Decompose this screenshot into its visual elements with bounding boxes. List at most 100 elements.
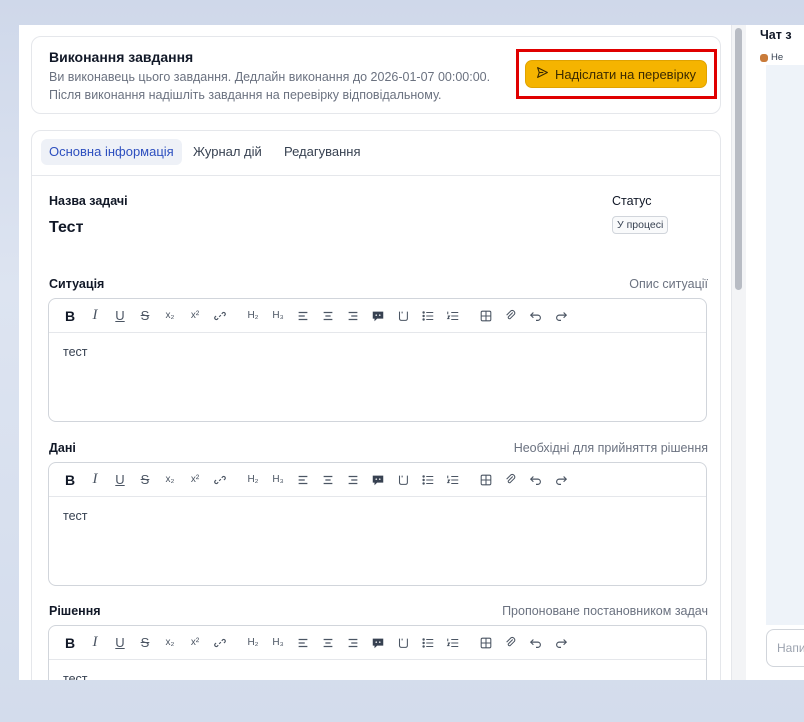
redo-icon[interactable]: [550, 305, 572, 327]
task-name-value: Тест: [49, 219, 84, 236]
align-center-icon[interactable]: [317, 469, 339, 491]
italic-button[interactable]: I: [84, 632, 106, 654]
align-left-icon[interactable]: [292, 632, 314, 654]
task-details-column: Виконання завдання Ви виконавець цього з…: [19, 25, 731, 680]
data-editor[interactable]: B I U S x₂ x² H₂ H₃ тест: [48, 462, 707, 586]
code-block-icon[interactable]: [392, 469, 414, 491]
data-hint: Необхідні для прийняття рішення: [513, 441, 708, 455]
situation-editor[interactable]: B I U S x₂ x² H₂ H₃ тест: [48, 298, 707, 422]
underline-button[interactable]: U: [109, 632, 131, 654]
send-for-review-label: Надіслати на перевірку: [554, 66, 697, 82]
data-content[interactable]: тест: [49, 497, 706, 535]
editor-toolbar: B I U S x₂ x² H₂ H₃: [49, 299, 706, 333]
chat-message-input[interactable]: Напишіть: [766, 629, 804, 667]
numbered-list-icon[interactable]: [442, 305, 464, 327]
tab-main-info[interactable]: Основна інформація: [41, 139, 182, 165]
align-right-icon[interactable]: [342, 469, 364, 491]
heading3-button[interactable]: H₃: [267, 469, 289, 491]
heading2-button[interactable]: H₂: [242, 469, 264, 491]
heading2-button[interactable]: H₂: [242, 632, 264, 654]
link-icon[interactable]: [209, 469, 231, 491]
comment-icon[interactable]: [367, 632, 389, 654]
strikethrough-button[interactable]: S: [134, 469, 156, 491]
send-for-review-button[interactable]: Надіслати на перевірку: [525, 60, 707, 88]
align-right-icon[interactable]: [342, 305, 364, 327]
solution-content[interactable]: тест: [49, 660, 706, 680]
situation-content[interactable]: тест: [49, 333, 706, 371]
table-icon[interactable]: [475, 632, 497, 654]
code-block-icon[interactable]: [392, 632, 414, 654]
heading3-button[interactable]: H₃: [267, 632, 289, 654]
subscript-button[interactable]: x₂: [159, 305, 181, 327]
strikethrough-button[interactable]: S: [134, 632, 156, 654]
comment-icon[interactable]: [367, 469, 389, 491]
bullet-list-icon[interactable]: [417, 305, 439, 327]
tab-activity-log[interactable]: Журнал дій: [185, 139, 270, 165]
redo-icon[interactable]: [550, 632, 572, 654]
align-center-icon[interactable]: [317, 632, 339, 654]
bullet-list-icon[interactable]: [417, 469, 439, 491]
redo-icon[interactable]: [550, 469, 572, 491]
strikethrough-button[interactable]: S: [134, 305, 156, 327]
bold-button[interactable]: B: [59, 632, 81, 654]
comment-icon[interactable]: [367, 305, 389, 327]
attachment-icon[interactable]: [500, 305, 522, 327]
link-icon[interactable]: [209, 632, 231, 654]
align-right-icon[interactable]: [342, 632, 364, 654]
undo-icon[interactable]: [525, 305, 547, 327]
status-label: Статус: [612, 194, 652, 208]
attachment-icon[interactable]: [500, 632, 522, 654]
superscript-button[interactable]: x²: [184, 469, 206, 491]
chat-title: Чат з: [760, 28, 792, 42]
data-label: Дані: [49, 441, 76, 455]
tab-bar: Основна інформація Журнал дій Редагуванн…: [32, 131, 720, 176]
send-icon: [536, 66, 549, 82]
execution-instruction-text: Після виконання надішліть завдання на пе…: [49, 88, 442, 102]
bullet-list-icon[interactable]: [417, 632, 439, 654]
app-frame: Виконання завдання Ви виконавець цього з…: [19, 25, 804, 680]
numbered-list-icon[interactable]: [442, 632, 464, 654]
italic-button[interactable]: I: [84, 469, 106, 491]
vertical-scrollbar[interactable]: [731, 25, 746, 680]
undo-icon[interactable]: [525, 632, 547, 654]
solution-editor[interactable]: B I U S x₂ x² H₂ H₃ тест: [48, 625, 707, 680]
subscript-button[interactable]: x₂: [159, 632, 181, 654]
undo-icon[interactable]: [525, 469, 547, 491]
editor-toolbar: B I U S x₂ x² H₂ H₃: [49, 463, 706, 497]
table-icon[interactable]: [475, 469, 497, 491]
chat-participant: Не: [760, 52, 783, 63]
bold-button[interactable]: B: [59, 305, 81, 327]
underline-button[interactable]: U: [109, 469, 131, 491]
code-block-icon[interactable]: [392, 305, 414, 327]
scrollbar-thumb[interactable]: [735, 28, 742, 290]
link-icon[interactable]: [209, 305, 231, 327]
superscript-button[interactable]: x²: [184, 305, 206, 327]
situation-hint: Опис ситуації: [629, 277, 708, 291]
heading3-button[interactable]: H₃: [267, 305, 289, 327]
task-main-card: Основна інформація Журнал дій Редагуванн…: [31, 130, 721, 680]
chat-panel: Чат з Не Напишіть: [746, 25, 804, 680]
italic-button[interactable]: I: [84, 305, 106, 327]
align-left-icon[interactable]: [292, 305, 314, 327]
status-badge: У процесі: [612, 216, 669, 234]
editor-toolbar: B I U S x₂ x² H₂ H₃: [49, 626, 706, 660]
align-center-icon[interactable]: [317, 305, 339, 327]
bold-button[interactable]: B: [59, 469, 81, 491]
chat-participant-name: Не: [771, 52, 784, 63]
subscript-button[interactable]: x₂: [159, 469, 181, 491]
superscript-button[interactable]: x²: [184, 632, 206, 654]
attachment-icon[interactable]: [500, 469, 522, 491]
situation-label: Ситуація: [49, 277, 105, 291]
solution-hint: Пропоноване постановником задач: [502, 604, 708, 618]
chat-messages-area: [766, 65, 804, 625]
avatar: [760, 53, 768, 62]
underline-button[interactable]: U: [109, 305, 131, 327]
tab-editing[interactable]: Редагування: [276, 139, 369, 165]
execution-deadline-text: Ви виконавець цього завдання. Дедлайн ви…: [49, 70, 491, 84]
numbered-list-icon[interactable]: [442, 469, 464, 491]
solution-label: Рішення: [49, 604, 101, 618]
table-icon[interactable]: [475, 305, 497, 327]
align-left-icon[interactable]: [292, 469, 314, 491]
task-name-label: Назва задачі: [49, 194, 128, 208]
heading2-button[interactable]: H₂: [242, 305, 264, 327]
